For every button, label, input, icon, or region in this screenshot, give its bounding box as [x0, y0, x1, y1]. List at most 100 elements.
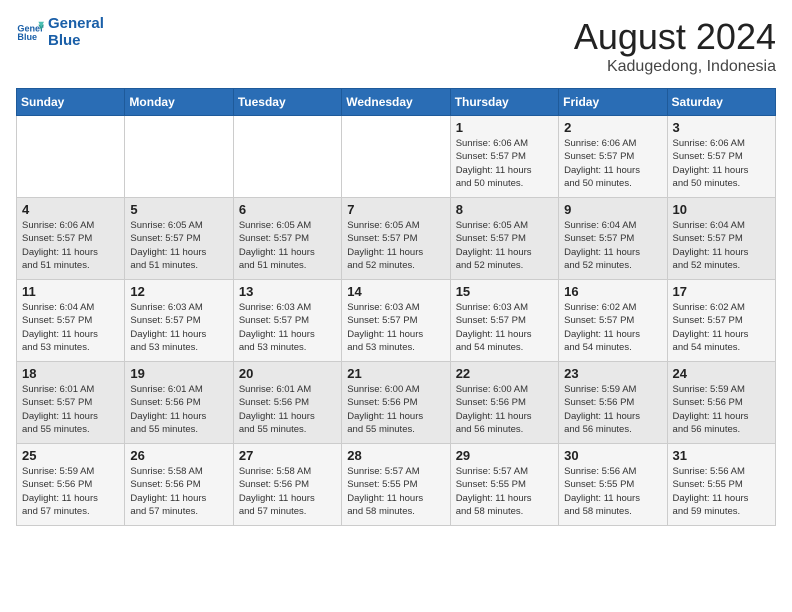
calendar-cell [233, 116, 341, 198]
day-number: 19 [130, 366, 227, 381]
day-number: 9 [564, 202, 661, 217]
calendar-cell: 2 Sunrise: 6:06 AM Sunset: 5:57 PM Daylig… [559, 116, 667, 198]
day-info: Sunrise: 6:05 AM Sunset: 5:57 PM Dayligh… [347, 219, 444, 272]
calendar-cell: 12Sunrise: 6:03 AM Sunset: 5:57 PM Dayli… [125, 280, 233, 362]
day-number: 15 [456, 284, 553, 299]
calendar-week-row: 4Sunrise: 6:06 AM Sunset: 5:57 PM Daylig… [17, 198, 776, 280]
weekday-header: Friday [559, 89, 667, 116]
calendar-cell: 29Sunrise: 5:57 AM Sunset: 5:55 PM Dayli… [450, 444, 558, 526]
day-info: Sunrise: 5:56 AM Sunset: 5:55 PM Dayligh… [673, 465, 770, 518]
day-info: Sunrise: 6:02 AM Sunset: 5:57 PM Dayligh… [673, 301, 770, 354]
calendar-cell: 10 Sunrise: 6:04 AM Sunset: 5:57 PM Dayli… [667, 198, 775, 280]
day-number: 17 [673, 284, 770, 299]
calendar-cell: 9 Sunrise: 6:04 AM Sunset: 5:57 PM Daylig… [559, 198, 667, 280]
day-number: 27 [239, 448, 336, 463]
calendar-cell [342, 116, 450, 198]
calendar-cell: 27 Sunrise: 5:58 AM Sunset: 5:56 PM Dayli… [233, 444, 341, 526]
calendar-cell: 24Sunrise: 5:59 AM Sunset: 5:56 PM Dayli… [667, 362, 775, 444]
weekday-header: Wednesday [342, 89, 450, 116]
calendar-cell: 5 Sunrise: 6:05 AM Sunset: 5:57 PM Daylig… [125, 198, 233, 280]
day-number: 14 [347, 284, 444, 299]
calendar-cell [125, 116, 233, 198]
day-number: 5 [130, 202, 227, 217]
svg-text:Blue: Blue [17, 32, 37, 42]
calendar-week-row: 18 Sunrise: 6:01 AM Sunset: 5:57 PM Dayli… [17, 362, 776, 444]
day-number: 25 [22, 448, 119, 463]
calendar-header: SundayMondayTuesdayWednesdayThursdayFrid… [17, 89, 776, 116]
day-info: Sunrise: 5:56 AM Sunset: 5:55 PM Dayligh… [564, 465, 661, 518]
day-info: Sunrise: 6:05 AM Sunset: 5:57 PM Dayligh… [456, 219, 553, 272]
page-header: General Blue General Blue August 2024 Ka… [16, 16, 776, 76]
day-info: Sunrise: 6:01 AM Sunset: 5:56 PM Dayligh… [130, 383, 227, 436]
calendar-cell: 16 Sunrise: 6:02 AM Sunset: 5:57 PM Dayli… [559, 280, 667, 362]
calendar-cell: 31 Sunrise: 5:56 AM Sunset: 5:55 PM Dayli… [667, 444, 775, 526]
day-number: 12 [130, 284, 227, 299]
day-number: 3 [673, 120, 770, 135]
calendar-cell: 13Sunrise: 6:03 AM Sunset: 5:57 PM Dayli… [233, 280, 341, 362]
day-info: Sunrise: 6:02 AM Sunset: 5:57 PM Dayligh… [564, 301, 661, 354]
title-block: August 2024 Kadugedong, Indonesia [574, 16, 776, 76]
calendar-cell: 23 Sunrise: 5:59 AM Sunset: 5:56 PM Dayli… [559, 362, 667, 444]
logo: General Blue General Blue [16, 16, 104, 49]
calendar-cell: 28 Sunrise: 5:57 AM Sunset: 5:55 PM Dayli… [342, 444, 450, 526]
calendar-title: August 2024 [574, 16, 776, 58]
day-info: Sunrise: 5:57 AM Sunset: 5:55 PM Dayligh… [456, 465, 553, 518]
day-number: 6 [239, 202, 336, 217]
day-info: Sunrise: 6:06 AM Sunset: 5:57 PM Dayligh… [456, 137, 553, 190]
calendar-cell: 11Sunrise: 6:04 AM Sunset: 5:57 PM Dayli… [17, 280, 125, 362]
day-info: Sunrise: 6:06 AM Sunset: 5:57 PM Dayligh… [564, 137, 661, 190]
day-info: Sunrise: 5:58 AM Sunset: 5:56 PM Dayligh… [130, 465, 227, 518]
day-info: Sunrise: 6:04 AM Sunset: 5:57 PM Dayligh… [673, 219, 770, 272]
calendar-cell: 22Sunrise: 6:00 AM Sunset: 5:56 PM Dayli… [450, 362, 558, 444]
day-info: Sunrise: 6:04 AM Sunset: 5:57 PM Dayligh… [564, 219, 661, 272]
weekday-header: Sunday [17, 89, 125, 116]
day-number: 18 [22, 366, 119, 381]
day-info: Sunrise: 6:05 AM Sunset: 5:57 PM Dayligh… [130, 219, 227, 272]
day-info: Sunrise: 5:58 AM Sunset: 5:56 PM Dayligh… [239, 465, 336, 518]
calendar-cell: 21Sunrise: 6:00 AM Sunset: 5:56 PM Dayli… [342, 362, 450, 444]
day-number: 28 [347, 448, 444, 463]
day-info: Sunrise: 5:57 AM Sunset: 5:55 PM Dayligh… [347, 465, 444, 518]
day-info: Sunrise: 5:59 AM Sunset: 5:56 PM Dayligh… [22, 465, 119, 518]
day-number: 26 [130, 448, 227, 463]
day-number: 2 [564, 120, 661, 135]
weekday-header: Tuesday [233, 89, 341, 116]
calendar-cell: 4Sunrise: 6:06 AM Sunset: 5:57 PM Daylig… [17, 198, 125, 280]
calendar-week-row: 11Sunrise: 6:04 AM Sunset: 5:57 PM Dayli… [17, 280, 776, 362]
weekday-header: Thursday [450, 89, 558, 116]
day-number: 23 [564, 366, 661, 381]
day-number: 21 [347, 366, 444, 381]
calendar-week-row: 1 Sunrise: 6:06 AM Sunset: 5:57 PM Daylig… [17, 116, 776, 198]
calendar-cell: 19 Sunrise: 6:01 AM Sunset: 5:56 PM Dayli… [125, 362, 233, 444]
day-number: 10 [673, 202, 770, 217]
day-number: 16 [564, 284, 661, 299]
calendar-cell: 8 Sunrise: 6:05 AM Sunset: 5:57 PM Daylig… [450, 198, 558, 280]
calendar-week-row: 25 Sunrise: 5:59 AM Sunset: 5:56 PM Dayli… [17, 444, 776, 526]
weekday-row: SundayMondayTuesdayWednesdayThursdayFrid… [17, 89, 776, 116]
day-number: 24 [673, 366, 770, 381]
day-info: Sunrise: 6:03 AM Sunset: 5:57 PM Dayligh… [239, 301, 336, 354]
day-info: Sunrise: 5:59 AM Sunset: 5:56 PM Dayligh… [564, 383, 661, 436]
weekday-header: Monday [125, 89, 233, 116]
calendar-cell: 30 Sunrise: 5:56 AM Sunset: 5:55 PM Dayli… [559, 444, 667, 526]
calendar-cell: 14Sunrise: 6:03 AM Sunset: 5:57 PM Dayli… [342, 280, 450, 362]
day-info: Sunrise: 6:03 AM Sunset: 5:57 PM Dayligh… [456, 301, 553, 354]
day-number: 1 [456, 120, 553, 135]
weekday-header: Saturday [667, 89, 775, 116]
day-number: 20 [239, 366, 336, 381]
day-number: 7 [347, 202, 444, 217]
calendar-cell [17, 116, 125, 198]
day-number: 30 [564, 448, 661, 463]
calendar-cell: 17 Sunrise: 6:02 AM Sunset: 5:57 PM Dayli… [667, 280, 775, 362]
calendar-cell: 15 Sunrise: 6:03 AM Sunset: 5:57 PM Dayli… [450, 280, 558, 362]
calendar-cell: 25 Sunrise: 5:59 AM Sunset: 5:56 PM Dayli… [17, 444, 125, 526]
day-number: 22 [456, 366, 553, 381]
day-number: 31 [673, 448, 770, 463]
calendar-cell: 18 Sunrise: 6:01 AM Sunset: 5:57 PM Dayli… [17, 362, 125, 444]
calendar-cell: 1 Sunrise: 6:06 AM Sunset: 5:57 PM Daylig… [450, 116, 558, 198]
day-number: 8 [456, 202, 553, 217]
calendar-table: SundayMondayTuesdayWednesdayThursdayFrid… [16, 88, 776, 526]
day-info: Sunrise: 6:05 AM Sunset: 5:57 PM Dayligh… [239, 219, 336, 272]
day-info: Sunrise: 6:01 AM Sunset: 5:57 PM Dayligh… [22, 383, 119, 436]
day-info: Sunrise: 6:04 AM Sunset: 5:57 PM Dayligh… [22, 301, 119, 354]
